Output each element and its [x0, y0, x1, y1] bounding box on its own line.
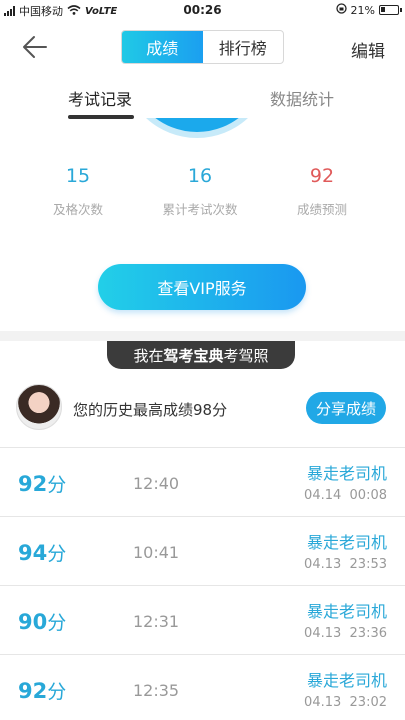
best-score-text: 您的历史最高成绩98分 [73, 401, 228, 419]
records-list: 92分 12:40 暴走老司机 04.14 00:08 94分 10:41 暴走… [0, 447, 405, 720]
record-duration: 10:41 [133, 543, 180, 562]
rotation-lock-icon [335, 3, 347, 17]
banner-suffix: 考驾照 [223, 346, 269, 365]
score-unit: 分 [47, 681, 67, 703]
score-value: 92 [18, 472, 48, 496]
record-title: 暴走老司机 [306, 533, 387, 552]
back-arrow-icon[interactable] [20, 34, 50, 60]
record-row[interactable]: 90分 12:31 暴走老司机 04.13 23:36 [0, 585, 405, 654]
tab-data-stats[interactable]: 数据统计 [270, 86, 334, 110]
brand-banner: 我在 驾考宝典 考驾照 [107, 341, 295, 369]
record-score: 92分 [18, 470, 66, 497]
record-title: 暴走老司机 [306, 464, 387, 483]
record-row[interactable]: 94分 10:41 暴走老司机 04.13 23:53 [0, 516, 405, 585]
stat-label: 及格次数 [52, 202, 103, 217]
record-row[interactable]: 92分 12:40 暴走老司机 04.14 00:08 [0, 447, 405, 516]
battery-percent: 21% [350, 3, 375, 17]
record-date: 04.14 00:08 [304, 488, 387, 503]
tab-exam-records[interactable]: 考试记录 [68, 86, 132, 110]
record-duration: 12:31 [133, 612, 180, 631]
record-duration: 12:40 [133, 474, 180, 493]
segmented-control: 成绩 排行榜 [121, 30, 284, 64]
battery-icon [379, 5, 402, 15]
score-circle [0, 118, 405, 148]
record-title: 暴走老司机 [306, 671, 387, 690]
tab-leaderboard[interactable]: 排行榜 [203, 31, 284, 63]
record-title: 暴走老司机 [306, 602, 387, 621]
banner-prefix: 我在 [133, 346, 164, 365]
stat-total-exams: 16 累计考试次数 [145, 165, 255, 218]
record-duration: 12:35 [133, 681, 180, 700]
stat-label: 累计考试次数 [162, 202, 238, 217]
vip-service-button[interactable]: 查看VIP服务 [98, 264, 306, 310]
record-score: 94分 [18, 539, 66, 566]
stats-section: 15 及格次数 16 累计考试次数 92 成绩预测 [0, 165, 405, 225]
nav-bar: 成绩 排行榜 编辑 [0, 22, 405, 74]
stat-passed: 15 及格次数 [23, 165, 133, 218]
score-value: 94 [18, 541, 48, 565]
share-score-button[interactable]: 分享成绩 [306, 392, 386, 424]
stat-label: 成绩预测 [296, 202, 347, 217]
status-right: 21% [335, 3, 402, 17]
score-value: 90 [18, 610, 48, 634]
stat-value: 92 [309, 165, 335, 187]
edit-button[interactable]: 编辑 [351, 37, 385, 62]
tab-scores[interactable]: 成绩 [122, 31, 203, 63]
score-unit: 分 [47, 543, 67, 565]
record-date: 04.13 23:53 [304, 557, 387, 572]
stat-prediction: 92 成绩预测 [267, 165, 377, 218]
score-value: 92 [18, 679, 48, 703]
stat-value: 16 [187, 165, 213, 187]
score-unit: 分 [47, 474, 67, 496]
record-row[interactable]: 92分 12:35 暴走老司机 04.13 23:02 [0, 654, 405, 720]
score-circle-arc [122, 118, 272, 138]
section-divider [0, 331, 405, 341]
profile-row: 您的历史最高成绩98分 分享成绩 [0, 380, 405, 440]
sub-tab-bar: 考试记录 数据统计 [0, 80, 405, 120]
status-bar: 中国移动 VoLTE 00:26 21% [0, 0, 405, 20]
stat-value: 15 [65, 165, 91, 187]
record-score: 90分 [18, 608, 66, 635]
record-date: 04.13 23:02 [304, 695, 387, 710]
avatar[interactable] [16, 384, 62, 430]
record-score: 92分 [18, 677, 66, 704]
record-date: 04.13 23:36 [304, 626, 387, 641]
score-unit: 分 [47, 612, 67, 634]
banner-brand: 驾考宝典 [163, 346, 224, 365]
